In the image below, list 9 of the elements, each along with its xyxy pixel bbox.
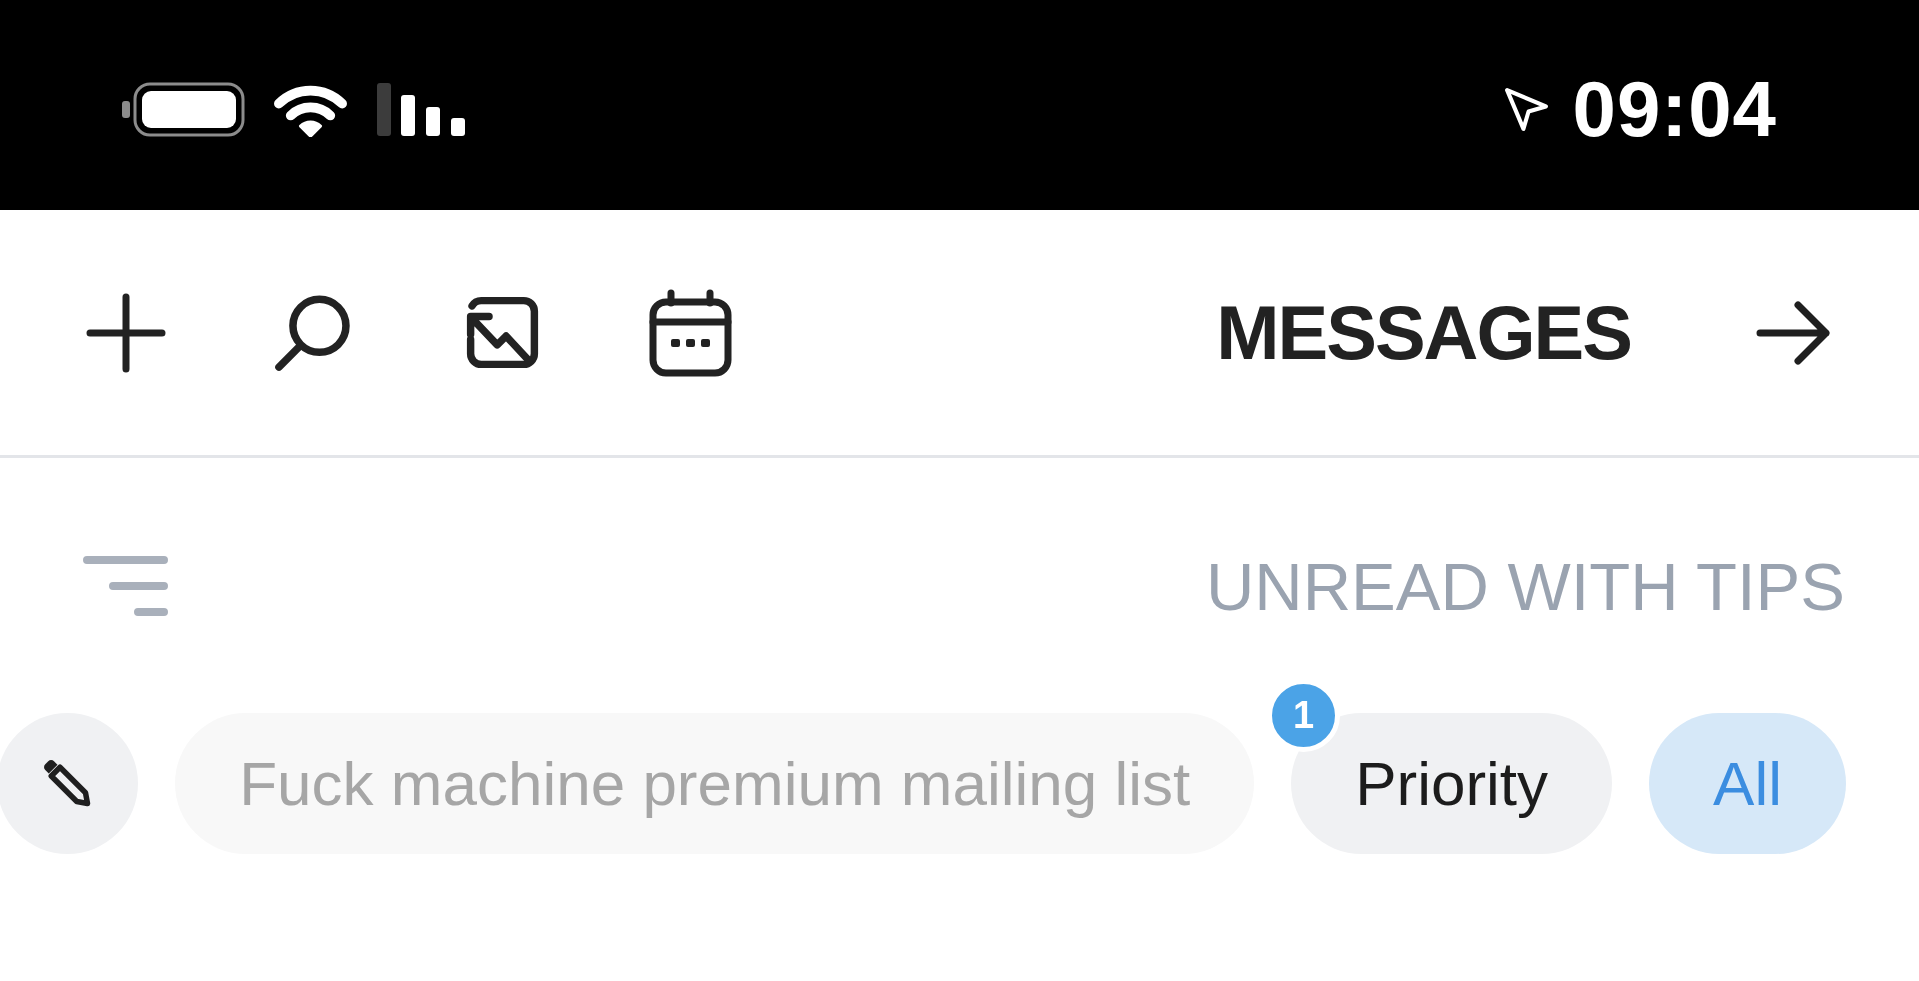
- battery-icon: [122, 81, 245, 137]
- signal-icon: [377, 82, 465, 136]
- calendar-icon[interactable]: [649, 288, 732, 377]
- clock-time: 09:04: [1572, 70, 1777, 148]
- page-title: MESSAGES: [1216, 294, 1631, 371]
- filter-chip[interactable]: All: [1649, 713, 1846, 854]
- back-arrow-icon[interactable]: [1756, 299, 1832, 366]
- section-title: UNREAD WITH TIPS: [1205, 552, 1845, 620]
- add-icon[interactable]: [86, 292, 166, 373]
